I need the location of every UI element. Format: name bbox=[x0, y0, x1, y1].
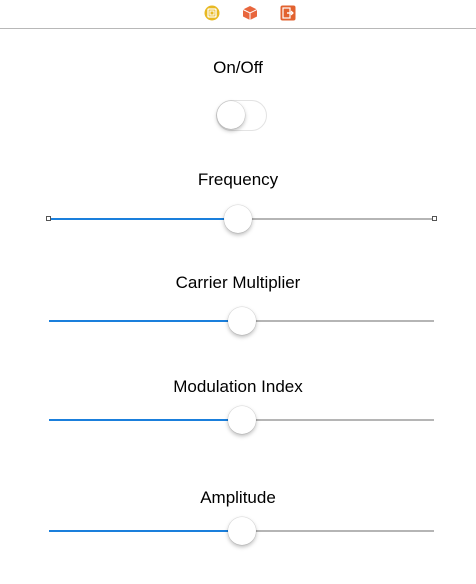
exit-icon[interactable] bbox=[280, 5, 296, 21]
view-controller-icon[interactable] bbox=[204, 5, 220, 21]
frequency-label: Frequency bbox=[197, 170, 279, 189]
slider-max-track bbox=[238, 218, 434, 220]
frequency-slider[interactable] bbox=[46, 204, 437, 234]
modulation-index-slider[interactable] bbox=[49, 405, 434, 435]
first-responder-icon[interactable] bbox=[242, 5, 258, 21]
scene-dock bbox=[0, 0, 476, 29]
slider-min-track bbox=[49, 530, 242, 532]
modulation-index-label: Modulation Index bbox=[173, 377, 303, 396]
slider-max-track bbox=[242, 530, 434, 532]
slider-thumb[interactable] bbox=[224, 205, 252, 233]
slider-thumb[interactable] bbox=[228, 307, 256, 335]
amplitude-label: Amplitude bbox=[200, 488, 276, 507]
slider-min-track bbox=[49, 218, 238, 220]
resize-handle-left[interactable] bbox=[46, 216, 51, 221]
slider-thumb[interactable] bbox=[228, 406, 256, 434]
switch-knob[interactable] bbox=[217, 101, 245, 129]
resize-handle-right[interactable] bbox=[432, 216, 437, 221]
amplitude-slider[interactable] bbox=[49, 516, 434, 546]
carrier-multiplier-label: Carrier Multiplier bbox=[175, 273, 301, 292]
slider-max-track bbox=[242, 320, 434, 322]
slider-min-track bbox=[49, 419, 242, 421]
slider-min-track bbox=[49, 320, 242, 322]
onoff-switch[interactable] bbox=[216, 100, 267, 131]
carrier-multiplier-slider[interactable] bbox=[49, 306, 434, 336]
onoff-label: On/Off bbox=[213, 58, 263, 77]
slider-thumb[interactable] bbox=[228, 517, 256, 545]
slider-max-track bbox=[242, 419, 434, 421]
